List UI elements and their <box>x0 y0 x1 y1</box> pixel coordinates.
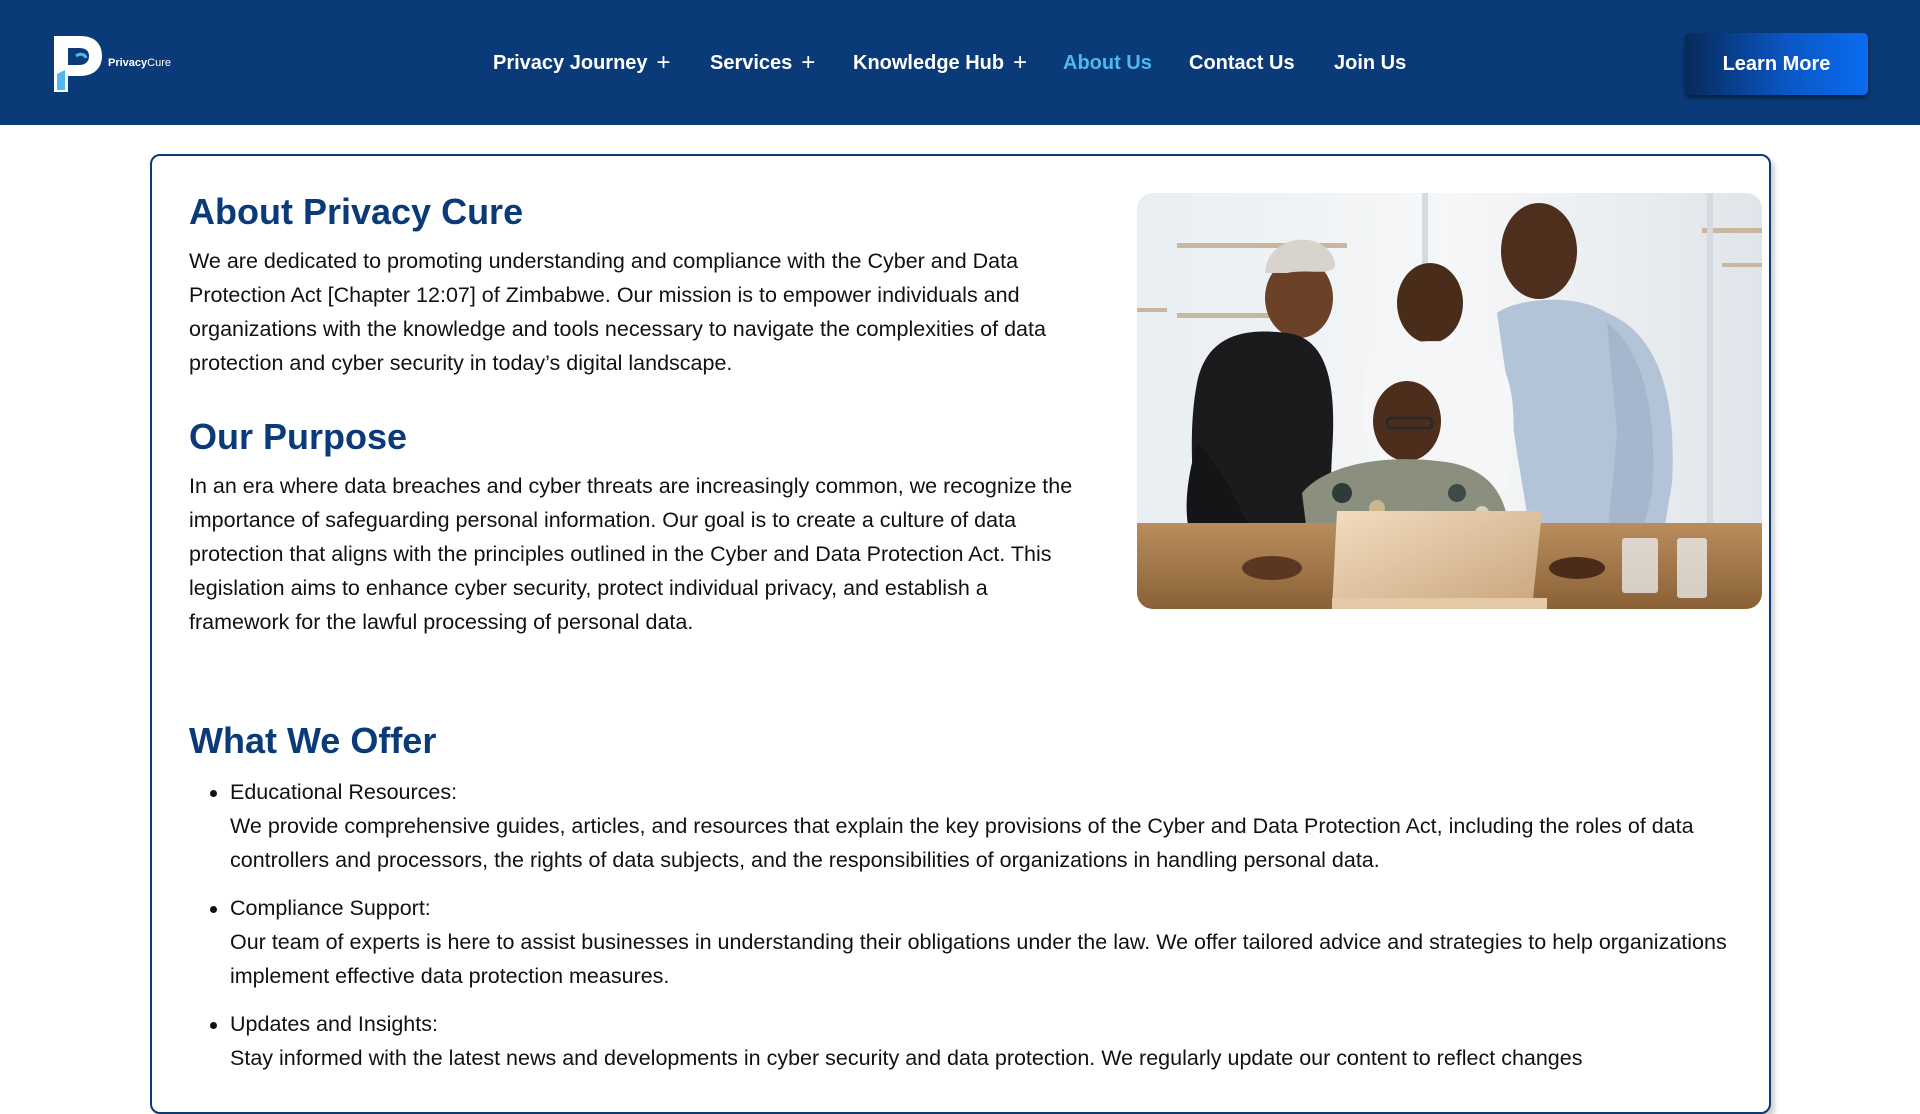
purpose-paragraph: In an era where data breaches and cyber … <box>189 474 1073 634</box>
bullet-dot-icon <box>210 906 217 913</box>
nav-label: About Us <box>1063 51 1152 74</box>
nav-label: Contact Us <box>1189 51 1295 74</box>
nav-label: Join Us <box>1334 51 1407 74</box>
offer-item-title: Educational Resources: <box>230 780 458 804</box>
main-nav: Privacy Journey + Services + Knowledge H… <box>0 0 1920 125</box>
offer-item-text: Stay informed with the latest news and d… <box>230 1046 1583 1070</box>
plus-icon[interactable]: + <box>657 51 671 75</box>
offer-title: What We Offer <box>189 720 437 761</box>
offer-item-title: Updates and Insights: <box>230 1012 438 1036</box>
nav-item-about-us[interactable]: About Us <box>1063 49 1152 77</box>
nav-label: Services <box>710 51 793 74</box>
offer-item-text: We provide comprehensive guides, article… <box>230 814 1694 872</box>
bullet-dot-icon <box>210 1022 217 1029</box>
list-item: Educational Resources: We provide compre… <box>210 775 1750 877</box>
list-item: Updates and Insights: Stay informed with… <box>210 1007 1750 1075</box>
nav-item-contact-us[interactable]: Contact Us <box>1189 49 1295 77</box>
site-header: PrivacyCure Privacy Journey + Services +… <box>0 0 1920 125</box>
nav-item-join-us[interactable]: Join Us <box>1334 49 1406 77</box>
nav-label: Privacy Journey <box>493 51 648 74</box>
learn-more-button[interactable]: Learn More <box>1685 33 1868 95</box>
nav-item-privacy-journey[interactable]: Privacy Journey + <box>493 49 671 77</box>
list-item: Compliance Support: Our team of experts … <box>210 891 1750 993</box>
bullet-dot-icon <box>210 790 217 797</box>
offer-item-title: Compliance Support: <box>230 896 431 920</box>
offer-item-text: Our team of experts is here to assist bu… <box>230 930 1727 988</box>
offer-list: Educational Resources: We provide compre… <box>210 775 1750 1089</box>
team-photo <box>1137 193 1762 609</box>
nav-item-knowledge-hub[interactable]: Knowledge Hub + <box>853 49 1027 77</box>
plus-icon[interactable]: + <box>1013 51 1027 75</box>
nav-item-services[interactable]: Services + <box>710 49 815 77</box>
purpose-title: Our Purpose <box>189 416 408 457</box>
plus-icon[interactable]: + <box>801 51 815 75</box>
about-paragraph: We are dedicated to promoting understand… <box>189 249 1046 375</box>
nav-label: Knowledge Hub <box>853 51 1005 74</box>
about-title: About Privacy Cure <box>189 191 524 232</box>
